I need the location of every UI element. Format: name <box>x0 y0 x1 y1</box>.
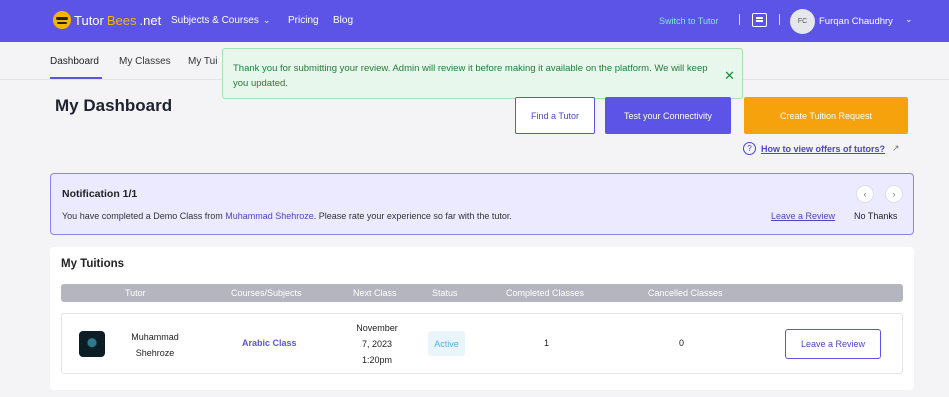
tab-my-tuitions[interactable]: My Tui <box>188 56 217 67</box>
nav-pricing[interactable]: Pricing <box>288 15 319 26</box>
course-link[interactable]: Arabic Class <box>242 338 297 348</box>
page-title: My Dashboard <box>55 96 173 115</box>
active-tab-indicator <box>50 77 102 79</box>
logo-text-tutor: Tutor <box>74 12 104 28</box>
column-header-cancelled: Cancelled Classes <box>648 288 723 298</box>
nav-subjects-label: Subjects & Courses <box>171 15 259 26</box>
switch-to-tutor-link[interactable]: Switch to Tutor <box>659 16 719 26</box>
test-connectivity-button[interactable]: Test your Connectivity <box>605 97 731 134</box>
user-name[interactable]: Furqan Chaudhry <box>819 16 893 27</box>
tab-my-classes[interactable]: My Classes <box>119 56 171 67</box>
completed-count: 1 <box>544 338 550 348</box>
tutor-avatar <box>79 331 105 357</box>
next-class: November 7, 2023 1:20pm <box>347 320 407 368</box>
notification-panel: Notification 1/1 ‹ › You have completed … <box>50 173 914 235</box>
bee-logo-icon <box>53 11 71 29</box>
tutor-name: Muhammad Shehroze <box>120 329 190 361</box>
column-header-courses: Courses/Subjects <box>231 288 302 298</box>
notification-message-suffix: . Please rate your experience so far wit… <box>313 211 512 221</box>
column-header-completed: Completed Classes <box>506 288 585 298</box>
top-navbar: Tutor Bees .net Subjects & Courses ⌄ Pricin… <box>0 0 949 42</box>
column-header-tutor: Tutor <box>125 288 146 298</box>
find-tutor-button[interactable]: Find a Tutor <box>515 97 595 134</box>
status-badge: Active <box>428 331 465 356</box>
external-link-icon: ↗ <box>892 143 900 153</box>
logo-text-tld: .net <box>139 12 162 28</box>
column-header-next-class: Next Class <box>353 288 397 298</box>
notification-message: You have completed a Demo Class from Muh… <box>62 211 512 221</box>
logo[interactable]: Tutor Bees .net <box>53 11 161 29</box>
next-class-date: 7, 2023 <box>361 339 393 349</box>
divider <box>779 14 780 25</box>
next-class-month: November <box>356 323 398 333</box>
chat-icon[interactable] <box>752 13 767 27</box>
help-offers-link[interactable]: ? How to view offers of tutors? ↗ <box>743 142 900 155</box>
notification-title: Notification 1/1 <box>62 188 138 200</box>
avatar[interactable]: FC <box>790 9 815 34</box>
help-link-text: How to view offers of tutors? <box>761 143 886 154</box>
table-header: Tutor Courses/Subjects Next Class Status… <box>61 284 903 302</box>
tutor-first-name: Muhammad <box>131 332 179 342</box>
toast-message: Thank you for submitting your review. Ad… <box>233 63 708 89</box>
tutor-link[interactable]: Muhammad Shehroze <box>225 211 314 221</box>
create-tuition-request-button[interactable]: Create Tuition Request <box>744 97 908 134</box>
question-icon: ? <box>743 142 756 155</box>
notification-message-prefix: You have completed a Demo Class from <box>62 211 226 221</box>
nav-subjects-courses[interactable]: Subjects & Courses ⌄ <box>171 15 270 26</box>
section-title: My Tuitions <box>61 258 125 270</box>
leave-review-button[interactable]: Leave a Review <box>785 329 881 359</box>
next-class-time: 1:20pm <box>361 355 393 365</box>
chevron-right-icon[interactable]: › <box>885 185 903 203</box>
cancelled-count: 0 <box>679 338 685 348</box>
leave-review-link[interactable]: Leave a Review <box>771 211 835 221</box>
success-toast: Thank you for submitting your review. Ad… <box>222 48 743 99</box>
table-row: Muhammad Shehroze Arabic Class November … <box>61 313 903 374</box>
close-icon[interactable]: ✕ <box>724 69 735 82</box>
nav-blog[interactable]: Blog <box>333 15 353 26</box>
my-tuitions-card: My Tuitions Tutor Courses/Subjects Next … <box>50 247 914 390</box>
chevron-down-icon: ⌄ <box>262 15 271 25</box>
tab-dashboard[interactable]: Dashboard <box>50 56 99 67</box>
divider <box>739 14 740 25</box>
tutor-last-name: Shehroze <box>135 348 175 358</box>
chevron-down-icon[interactable]: ⌄ <box>905 14 913 25</box>
chevron-left-icon[interactable]: ‹ <box>856 185 874 203</box>
column-header-status: Status <box>432 288 458 298</box>
logo-text-bees: Bees <box>106 12 137 28</box>
no-thanks-button[interactable]: No Thanks <box>854 211 897 221</box>
